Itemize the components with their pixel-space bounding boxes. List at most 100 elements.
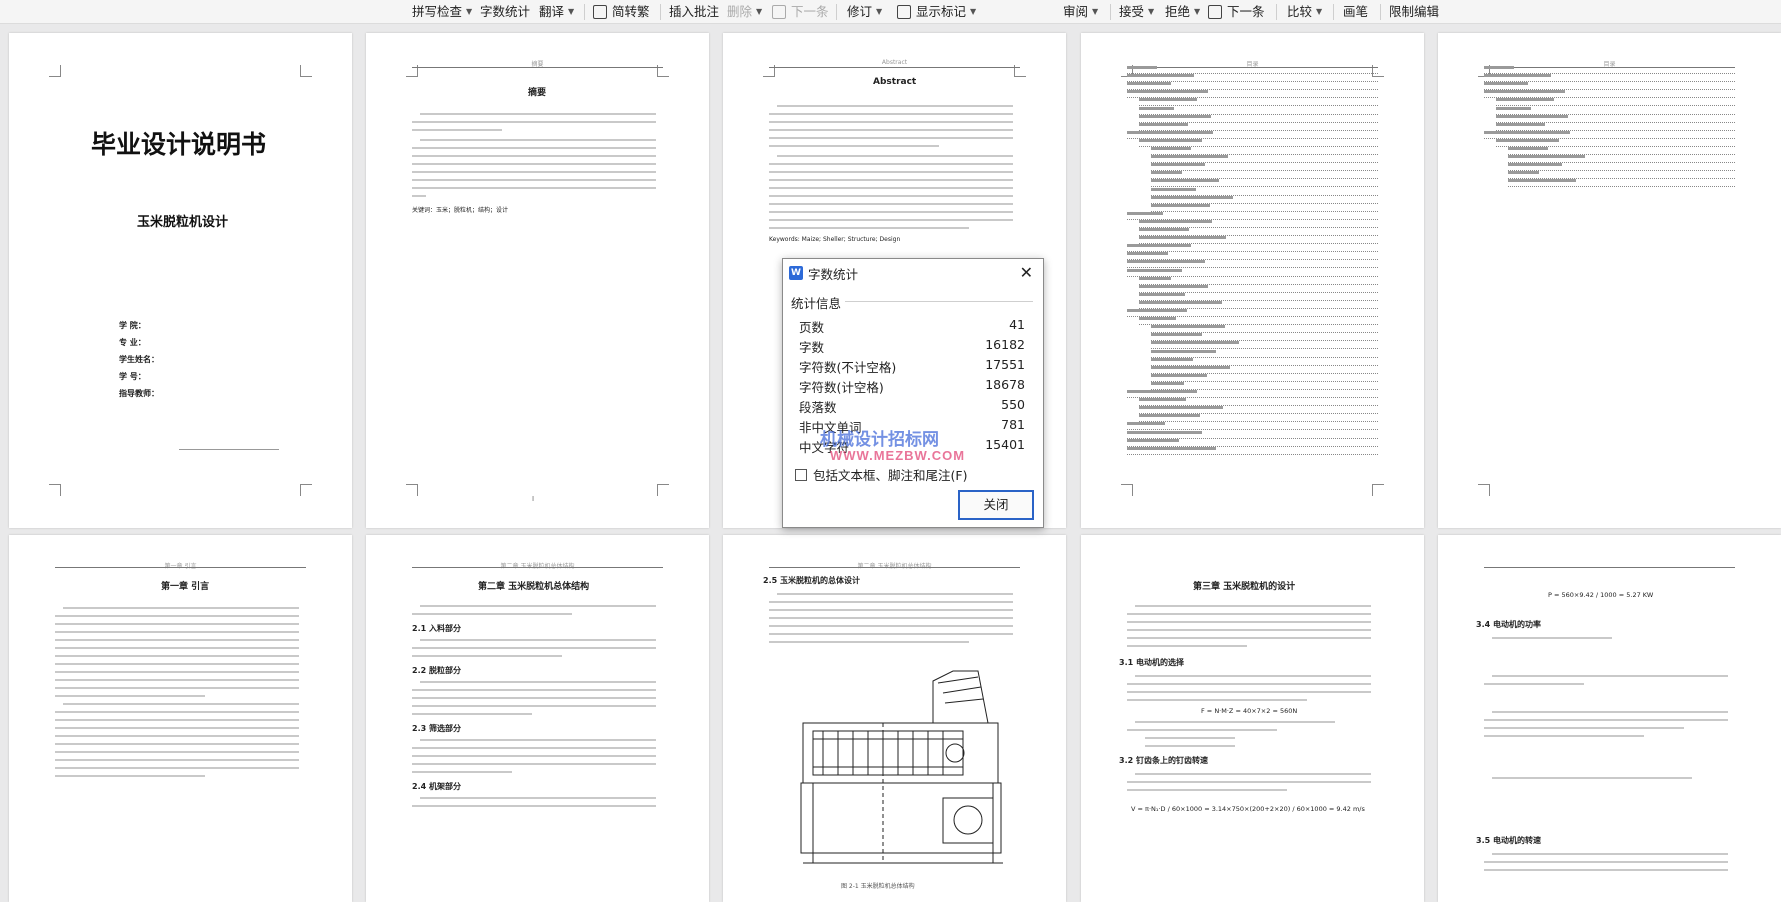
header-rule xyxy=(769,67,1020,68)
toc-entry[interactable] xyxy=(1496,98,1735,107)
watermark-text: 机械设计招标网 xyxy=(820,430,939,449)
stat-label: 字符数(不计空格) xyxy=(799,360,897,375)
text-line xyxy=(412,147,656,149)
text-line xyxy=(769,617,1013,619)
page-chapter3[interactable]: 第三章 玉米脱粒机的设计 3.1 电动机的选择 F = N·M·Z = 40×7… xyxy=(1081,535,1424,902)
toc-entry[interactable] xyxy=(1151,373,1378,382)
toc-entry[interactable] xyxy=(1139,98,1378,107)
toc-entry[interactable] xyxy=(1139,414,1378,423)
spell-check-button[interactable]: 拼写检查 ▼ xyxy=(412,3,472,21)
restrict-editing-label: 限制编辑 xyxy=(1389,4,1440,19)
toc-entry-text xyxy=(1508,163,1562,167)
toc-entry[interactable] xyxy=(1151,163,1378,172)
page-toc[interactable]: 目录 xyxy=(1081,33,1424,528)
header-rule xyxy=(769,567,1020,568)
text-line xyxy=(55,663,299,665)
text-line xyxy=(420,797,656,799)
text-line xyxy=(1127,613,1371,615)
track-changes-button[interactable]: 修订 ▼ xyxy=(847,3,882,21)
stat-value: 41 xyxy=(1009,317,1025,332)
toc-entry-text xyxy=(1508,155,1585,159)
word-count-label: 字数统计 xyxy=(480,4,531,19)
close-button[interactable]: 关闭 xyxy=(958,490,1034,520)
toc-entry-text xyxy=(1139,292,1185,296)
text-line xyxy=(769,625,1013,627)
page-chapter1[interactable]: 第一章 引言 第一章 引言 xyxy=(9,535,352,902)
chevron-down-icon: ▼ xyxy=(568,7,575,16)
toc-entry-text xyxy=(1139,219,1212,223)
pen-button[interactable]: 画笔 xyxy=(1343,3,1368,21)
toc-entry-text xyxy=(1484,74,1551,78)
restrict-editing-button[interactable]: 限制编辑 xyxy=(1389,3,1439,21)
crop-mark xyxy=(49,65,61,77)
text-line xyxy=(412,713,532,715)
delete-comment-button[interactable]: 删除 ▼ xyxy=(727,3,762,21)
show-markup-label: 显示标记 xyxy=(916,4,967,19)
accept-button[interactable]: 接受 ▼ xyxy=(1119,3,1154,21)
dialog-title-bar: W 字数统计 xyxy=(789,263,858,283)
checkbox-box[interactable] xyxy=(795,468,807,481)
text-line xyxy=(1127,781,1371,783)
simplified-to-traditional-button[interactable]: 简转繁 xyxy=(593,3,650,21)
text-line xyxy=(769,145,939,147)
page-chapter2-5[interactable]: 第二章 玉米脱粒机总体结构 2.5 玉米脱粒机的总体设计 图 2-1 玉米脱粒机… xyxy=(723,535,1066,902)
text-line xyxy=(769,633,1013,635)
page-cover[interactable]: 毕业设计说明书 玉米脱粒机设计 学 院： 专 业： 学生姓名： 学 号： 指导教… xyxy=(9,33,352,528)
chevron-down-icon: ▼ xyxy=(466,7,473,16)
stat-row: 字符数(不计空格) 17551 xyxy=(799,357,1025,375)
text-line xyxy=(1484,683,1584,685)
review-button[interactable]: 审阅 ▼ xyxy=(1063,3,1098,21)
text-line xyxy=(1484,869,1728,871)
toc-entry[interactable] xyxy=(1127,446,1378,455)
toc-entry-text xyxy=(1139,98,1197,102)
stat-row: 段落数 550 xyxy=(799,397,1025,415)
text-line xyxy=(412,755,656,757)
text-line xyxy=(1492,777,1692,779)
toc-entry[interactable] xyxy=(1508,179,1735,188)
toc-entry-text xyxy=(1151,381,1184,385)
toc-entry-text xyxy=(1139,236,1226,240)
stat-label: 段落数 xyxy=(799,400,837,415)
page-chapter2[interactable]: 第二章 玉米脱粒机总体结构 第二章 玉米脱粒机总体结构 2.1 入料部分 2.2… xyxy=(366,535,709,902)
next-comment-button[interactable]: 下一条 xyxy=(772,3,829,21)
compare-button[interactable]: 比较 ▼ xyxy=(1287,3,1322,21)
include-textbox-checkbox[interactable]: 包括文本框、脚注和尾注(F) xyxy=(795,465,967,484)
translate-label: 翻译 xyxy=(539,4,565,19)
crop-mark xyxy=(1478,484,1490,496)
toc-entry-text xyxy=(1508,147,1548,150)
page-header-text: 第二章 玉米脱粒机总体结构 xyxy=(500,563,575,570)
toc-entry-text xyxy=(1139,414,1200,418)
text-line xyxy=(55,735,299,737)
text-line xyxy=(1492,853,1728,855)
word-count-button[interactable]: 字数统计 xyxy=(480,3,530,21)
text-line xyxy=(63,703,299,705)
toc-entry[interactable] xyxy=(1508,163,1735,172)
stat-label: 字符数(计空格) xyxy=(799,380,884,395)
abstract-cn-keywords: 关键词：玉米；脱粒机；结构；设计 xyxy=(412,207,509,214)
text-line xyxy=(420,605,656,607)
insert-comment-button[interactable]: 插入批注 xyxy=(669,3,719,21)
chapter2-title: 第二章 玉米脱粒机总体结构 xyxy=(478,582,590,592)
section-break xyxy=(179,449,279,450)
toc-entry[interactable] xyxy=(1151,203,1378,212)
text-line xyxy=(1127,621,1371,623)
next-change-button[interactable]: 下一条 xyxy=(1208,3,1265,21)
toc-entry-text xyxy=(1151,195,1233,199)
close-icon[interactable]: ✕ xyxy=(1020,263,1033,282)
show-markup-button[interactable]: 显示标记 ▼ xyxy=(897,3,976,21)
page-toc-continued[interactable]: 目录 xyxy=(1438,33,1781,528)
reject-label: 拒绝 xyxy=(1165,4,1191,19)
reject-button[interactable]: 拒绝 ▼ xyxy=(1165,3,1200,21)
header-rule xyxy=(1484,567,1735,568)
translate-button[interactable]: 翻译 ▼ xyxy=(539,3,574,21)
text-line xyxy=(777,593,1013,595)
text-line xyxy=(1484,719,1728,721)
chevron-down-icon: ▼ xyxy=(970,7,977,16)
formula-power: P = 560×9.42 / 1000 = 5.27 KW xyxy=(1548,591,1654,599)
text-line xyxy=(769,129,1013,131)
watermark-url: WWW.MEZBW.COM xyxy=(830,448,966,463)
page-abstract-cn[interactable]: 摘要 摘要 关键词：玉米；脱粒机；结构；设计 I xyxy=(366,33,709,528)
stat-row: 字数 16182 xyxy=(799,337,1025,355)
review-toolbar: 拼写检查 ▼ 字数统计 翻译 ▼ 简转繁 插入批注 删除 ▼ 下一条 修订 ▼ 显示标记… xyxy=(0,0,1781,24)
page-chapter3-4[interactable]: P = 560×9.42 / 1000 = 5.27 KW 3.4 电动机的功率… xyxy=(1438,535,1781,902)
